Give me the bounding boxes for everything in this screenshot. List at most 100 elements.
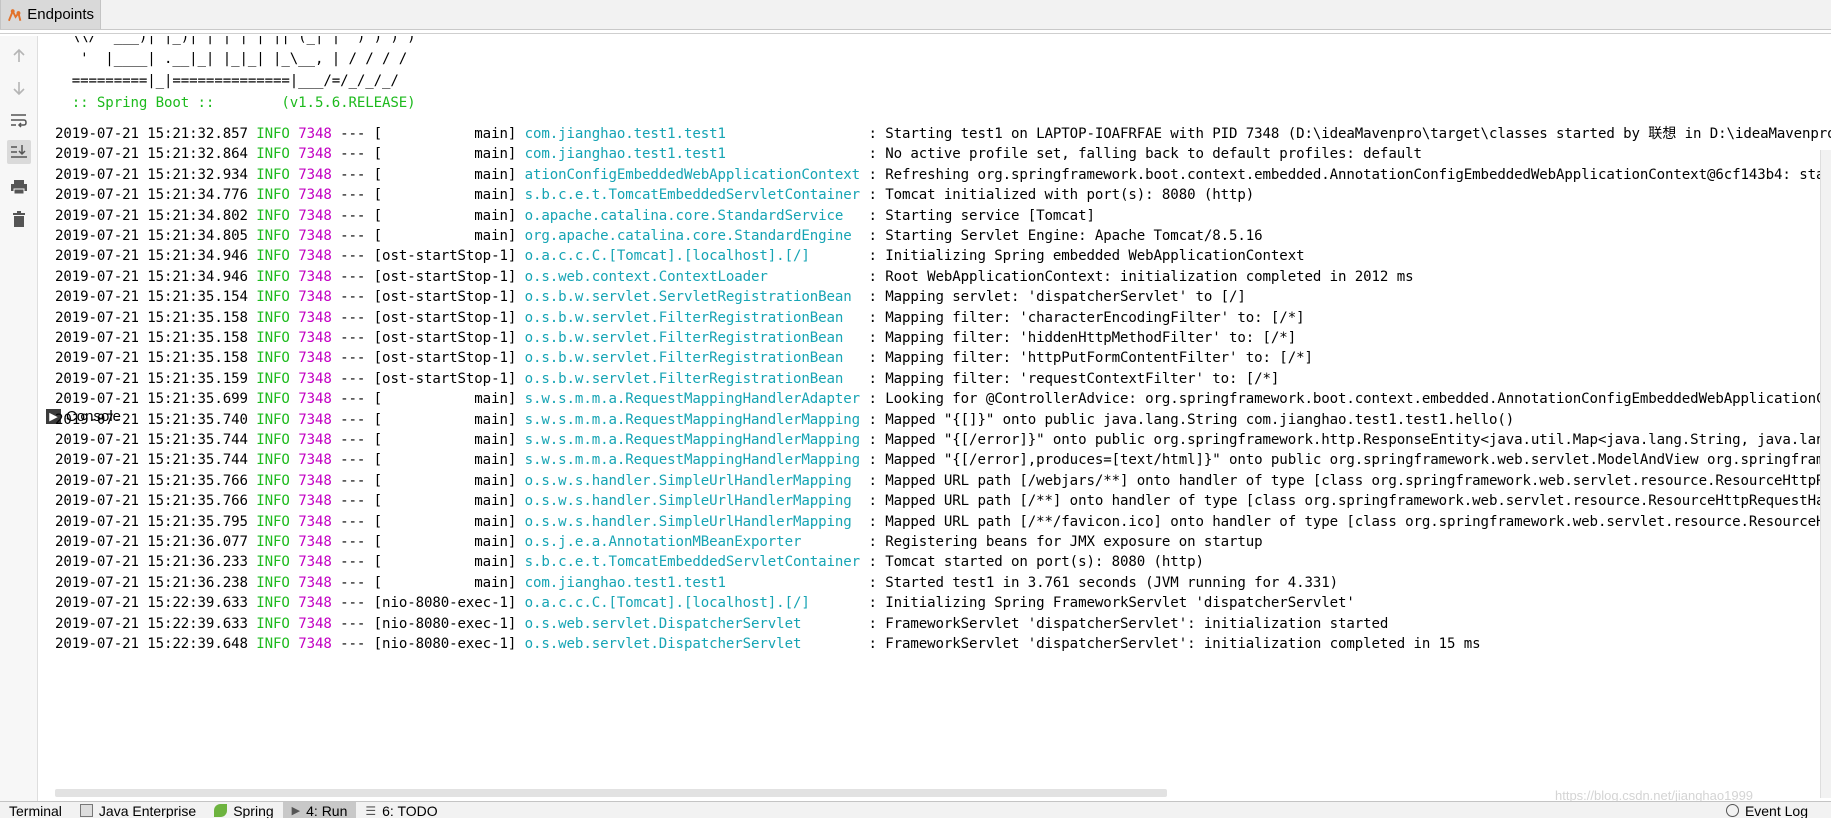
log-thread: [ main] <box>373 411 517 428</box>
tab-spring-label: Spring <box>233 802 274 818</box>
log-logger: o.a.c.c.C.[Tomcat].[localhost].[/] <box>524 248 861 265</box>
down-arrow-icon <box>13 82 25 96</box>
log-separator: --- <box>340 595 366 612</box>
tab-terminal[interactable]: Terminal <box>0 802 71 818</box>
log-timestamp: 2019-07-21 15:21:36.233 <box>55 554 248 571</box>
log-logger: com.jianghao.test1.test1 <box>524 146 861 163</box>
down-arrow-button[interactable] <box>7 76 31 100</box>
log-separator: --- <box>340 391 366 408</box>
log-thread: [ main] <box>373 534 517 550</box>
log-logger: ationConfigEmbeddedWebApplicationContext <box>524 166 861 183</box>
log-message: : Mapped "{[]}" onto public java.lang.St… <box>868 411 1515 428</box>
log-thread: [ main] <box>373 166 517 183</box>
log-pid: 7348 <box>298 289 332 306</box>
log-line: 2019-07-21 15:21:34.946 INFO 7348 --- [o… <box>55 266 1414 288</box>
log-logger: s.w.s.m.m.a.RequestMappingHandlerAdapter <box>524 391 861 408</box>
tab-run[interactable]: ▶ 4: Run <box>282 802 357 818</box>
log-message: : Registering beans for JMX exposure on … <box>868 534 1263 550</box>
log-line: 2019-07-21 15:22:39.633 INFO 7348 --- [n… <box>55 613 1388 635</box>
log-message: : Mapped URL path [/webjars/**] onto han… <box>868 472 1831 489</box>
log-message: : Initializing Spring FrameworkServlet '… <box>868 595 1355 612</box>
log-timestamp: 2019-07-21 15:21:35.159 <box>55 370 248 387</box>
log-thread: [ main] <box>373 146 517 163</box>
log-message: : Starting service [Tomcat] <box>868 207 1095 224</box>
soft-wrap-button[interactable] <box>7 108 31 132</box>
log-timestamp: 2019-07-21 15:21:35.766 <box>55 472 248 489</box>
log-separator: --- <box>340 330 366 346</box>
log-level: INFO <box>256 472 290 489</box>
log-message: : Starting Servlet Engine: Apache Tomcat… <box>868 228 1263 244</box>
log-pid: 7348 <box>298 574 332 591</box>
log-message: : Started test1 in 3.761 seconds (JVM ru… <box>868 574 1339 591</box>
tab-endpoints[interactable]: Endpoints <box>0 0 101 29</box>
log-separator: --- <box>340 554 366 571</box>
log-line: 2019-07-21 15:21:35.795 INFO 7348 --- [ … <box>55 511 1831 533</box>
log-pid: 7348 <box>298 187 332 204</box>
tab-java-enterprise-label: Java Enterprise <box>98 802 197 818</box>
log-separator: --- <box>340 187 366 204</box>
log-timestamp: 2019-07-21 15:22:39.648 <box>55 636 248 652</box>
log-level: INFO <box>256 309 290 326</box>
log-pid: 7348 <box>298 595 332 612</box>
log-thread: [ main] <box>373 554 517 571</box>
log-line: 2019-07-21 15:21:35.158 INFO 7348 --- [o… <box>55 327 1296 349</box>
log-thread: [nio-8080-exec-1] <box>373 615 517 632</box>
up-arrow-icon <box>13 48 25 62</box>
log-separator: --- <box>340 370 366 387</box>
log-message: : Mapped "{[/error],produces=[text/html]… <box>868 452 1831 469</box>
horizontal-scrollbar[interactable] <box>55 789 1167 797</box>
log-level: INFO <box>256 228 290 244</box>
log-pid: 7348 <box>298 350 332 367</box>
log-timestamp: 2019-07-21 15:21:35.158 <box>55 309 248 326</box>
scroll-to-end-button[interactable] <box>7 140 31 164</box>
log-logger: o.s.b.w.servlet.FilterRegistrationBean <box>524 350 861 367</box>
java-enterprise-icon <box>79 804 93 817</box>
log-logger: o.s.web.servlet.DispatcherServlet <box>524 615 861 632</box>
log-message: : Mapping filter: 'requestContextFilter'… <box>868 370 1280 387</box>
log-thread: [ main] <box>373 472 517 489</box>
log-pid: 7348 <box>298 636 332 652</box>
tab-spring[interactable]: Spring <box>205 802 282 818</box>
vertical-scrollbar[interactable] <box>1820 150 1831 798</box>
log-logger: org.apache.catalina.core.StandardEngine <box>524 228 861 244</box>
log-message: : Refreshing org.springframework.boot.co… <box>868 166 1831 183</box>
log-level: INFO <box>256 554 290 571</box>
log-message: : Mapping filter: 'httpPutFormContentFil… <box>868 350 1313 367</box>
spring-boot-version-line: :: Spring Boot :: (v1.5.6.RELEASE) <box>55 95 416 111</box>
log-message: : Root WebApplicationContext: initializa… <box>868 268 1414 285</box>
log-message: : No active profile set, falling back to… <box>868 146 1422 163</box>
log-thread: [ main] <box>373 228 517 244</box>
log-thread: [ost-startStop-1] <box>373 309 517 326</box>
log-separator: --- <box>340 452 366 469</box>
log-line: 2019-07-21 15:21:35.766 INFO 7348 --- [ … <box>55 490 1831 512</box>
print-button[interactable] <box>7 175 31 199</box>
log-level: INFO <box>256 330 290 346</box>
log-line: 2019-07-21 15:22:39.648 INFO 7348 --- [n… <box>55 633 1481 655</box>
log-thread: [ost-startStop-1] <box>373 350 517 367</box>
banner-line: =========|_|==============|___/=/_/_/_/ <box>55 73 399 89</box>
event-log-icon <box>1725 804 1739 817</box>
log-timestamp: 2019-07-21 15:22:39.633 <box>55 615 248 632</box>
banner-line: ' |____| .__|_| |_|_| |_\__, | / / / / <box>55 51 408 67</box>
banner-line: \\/ ___)| |_)| | | | | || (_| | ) ) ) ) <box>55 36 416 45</box>
log-pid: 7348 <box>298 534 332 550</box>
log-thread: [ main] <box>373 207 517 224</box>
log-thread: [ost-startStop-1] <box>373 248 517 265</box>
log-line: 2019-07-21 15:21:34.802 INFO 7348 --- [ … <box>55 205 1095 227</box>
trash-icon <box>13 211 25 227</box>
log-pid: 7348 <box>298 432 332 448</box>
clear-all-button[interactable] <box>7 207 31 231</box>
log-thread: [ main] <box>373 513 517 530</box>
log-separator: --- <box>340 228 366 244</box>
log-thread: [ost-startStop-1] <box>373 370 517 387</box>
log-level: INFO <box>256 615 290 632</box>
console-output[interactable]: \\/ ___)| |_)| | | | | || (_| | ) ) ) ) … <box>40 36 1831 796</box>
log-logger: o.s.w.s.handler.SimpleUrlHandlerMapping <box>524 472 861 489</box>
tab-java-enterprise[interactable]: Java Enterprise <box>71 802 205 818</box>
log-line: 2019-07-21 15:21:34.805 INFO 7348 --- [ … <box>55 225 1263 247</box>
log-timestamp: 2019-07-21 15:21:34.805 <box>55 228 248 244</box>
tab-event-log[interactable]: Event Log <box>1717 802 1817 818</box>
tab-todo[interactable]: ☰ 6: TODO <box>356 802 446 818</box>
log-line: 2019-07-21 15:21:35.154 INFO 7348 --- [o… <box>55 286 1246 308</box>
up-arrow-button[interactable] <box>7 44 31 68</box>
